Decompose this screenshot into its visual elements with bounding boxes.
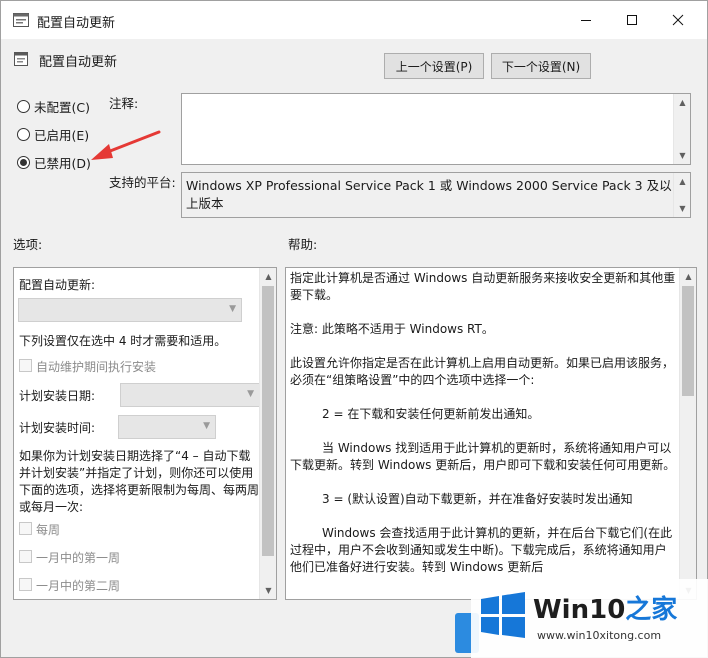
first-week-checkbox[interactable] bbox=[19, 550, 32, 563]
radio-not-configured[interactable]: 未配置(C) bbox=[17, 97, 90, 116]
watermark-url: www.win10xitong.com bbox=[537, 629, 662, 642]
platform-field: Windows XP Professional Service Pack 1 或… bbox=[181, 172, 691, 218]
schedule-day-combo[interactable]: ▼ bbox=[120, 383, 260, 407]
policy-title: 配置自动更新 bbox=[39, 55, 118, 70]
help-text: 指定此计算机是否通过 Windows 自动更新服务来接收安全更新和其他重要下载。… bbox=[290, 270, 676, 593]
red-arrow-annotation-icon bbox=[91, 130, 161, 160]
policy-app-icon bbox=[13, 13, 29, 27]
scroll-down-icon[interactable]: ▼ bbox=[674, 200, 691, 217]
maint-install-checkbox[interactable] bbox=[19, 359, 32, 372]
second-week-label: 一月中的第二周 bbox=[36, 579, 121, 593]
platform-scrollbar[interactable]: ▲ ▼ bbox=[673, 173, 690, 217]
minimize-icon bbox=[581, 20, 591, 21]
radio-label: 未配置(C) bbox=[34, 100, 90, 115]
help-paragraph: 2 = 在下载和安装任何更新前发出通知。 bbox=[322, 407, 540, 421]
title-bar: 配置自动更新 bbox=[1, 1, 707, 39]
schedule-day-label: 计划安装日期: bbox=[19, 389, 96, 403]
previous-setting-button[interactable]: 上一个设置(P) bbox=[384, 53, 484, 79]
second-week-checkbox[interactable] bbox=[19, 578, 32, 591]
help-scrollbar[interactable]: ▲ ▼ bbox=[679, 268, 696, 599]
option-note: 下列设置仅在选中 4 时才需要和适用。 bbox=[19, 334, 227, 348]
config-update-combo[interactable]: ▼ bbox=[18, 298, 242, 322]
options-scroll-thumb[interactable] bbox=[262, 286, 274, 556]
options-label: 选项: bbox=[13, 237, 43, 252]
radio-disabled[interactable]: 已禁用(D) bbox=[17, 153, 91, 172]
radio-circle[interactable] bbox=[17, 100, 30, 113]
chevron-down-icon: ▼ bbox=[247, 389, 254, 399]
options-pane: 配置自动更新: ▼ 下列设置仅在选中 4 时才需要和适用。 自动维护期间执行安装… bbox=[13, 267, 277, 600]
window-title: 配置自动更新 bbox=[37, 16, 116, 31]
policy-dialog: 配置自动更新 配置自动更新 上一个设置(P) 下一个设置(N) 未配置(C) 已… bbox=[0, 0, 708, 658]
maint-install-label: 自动维护期间执行安装 bbox=[36, 360, 157, 374]
schedule-time-label: 计划安装时间: bbox=[19, 421, 96, 435]
help-label: 帮助: bbox=[288, 237, 318, 252]
options-scrollbar[interactable]: ▲ ▼ bbox=[259, 268, 276, 599]
minimize-button[interactable] bbox=[563, 1, 609, 39]
watermark-brand-prefix: Win10 bbox=[533, 595, 626, 625]
scroll-up-icon[interactable]: ▲ bbox=[260, 268, 276, 285]
chevron-down-icon: ▼ bbox=[229, 304, 236, 314]
windows-logo-icon bbox=[481, 592, 525, 638]
help-paragraph: 指定此计算机是否通过 Windows 自动更新服务来接收安全更新和其他重要下载。 bbox=[290, 271, 676, 302]
scroll-up-icon[interactable]: ▲ bbox=[674, 173, 691, 190]
close-icon bbox=[672, 14, 684, 26]
close-button[interactable] bbox=[655, 1, 701, 39]
scroll-down-icon[interactable]: ▼ bbox=[674, 147, 691, 164]
comment-label: 注释: bbox=[109, 96, 139, 111]
comment-scrollbar[interactable]: ▲ ▼ bbox=[673, 94, 690, 164]
next-setting-button[interactable]: 下一个设置(N) bbox=[491, 53, 591, 79]
comment-textarea[interactable]: ▲ ▼ bbox=[181, 93, 691, 165]
help-paragraph: 此设置允许你指定是否在此计算机上启用自动更新。如果已启用该服务，必须在“组策略设… bbox=[290, 356, 675, 387]
radio-circle-checked[interactable] bbox=[17, 156, 30, 169]
weekly-label: 每周 bbox=[36, 523, 61, 537]
help-scroll-thumb[interactable] bbox=[682, 286, 694, 396]
help-pane: 指定此计算机是否通过 Windows 自动更新服务来接收安全更新和其他重要下载。… bbox=[285, 267, 697, 600]
first-week-label: 一月中的第一周 bbox=[36, 551, 121, 565]
schedule-time-combo[interactable]: ▼ bbox=[118, 415, 216, 439]
maximize-button[interactable] bbox=[609, 1, 655, 39]
scroll-down-icon[interactable]: ▼ bbox=[260, 582, 276, 599]
watermark-brand: Win10之家 bbox=[533, 589, 677, 626]
maximize-icon bbox=[627, 15, 637, 25]
platform-label: 支持的平台: bbox=[109, 175, 176, 190]
schedule-paragraph: 如果你为计划安装日期选择了“4 – 自动下载并计划安装”并指定了计划，则你还可以… bbox=[19, 449, 260, 514]
radio-label: 已禁用(D) bbox=[34, 156, 91, 171]
chevron-down-icon: ▼ bbox=[203, 421, 210, 431]
help-paragraph: 当 Windows 找到适用于此计算机的更新时，系统将通知用户可以下载更新。转到… bbox=[290, 441, 676, 472]
help-paragraph: 注意: 此策略不适用于 Windows RT。 bbox=[290, 322, 494, 336]
config-update-label: 配置自动更新: bbox=[19, 278, 96, 292]
watermark: Win10之家 www.win10xitong.com bbox=[471, 579, 708, 658]
help-paragraph: Windows 会查找适用于此计算机的更新，并在后台下载它们(在此过程中，用户不… bbox=[290, 526, 673, 574]
watermark-brand-suffix: 之家 bbox=[625, 595, 678, 625]
scroll-up-icon[interactable]: ▲ bbox=[674, 94, 691, 111]
help-paragraph: 3 = (默认设置)自动下载更新，并在准备好安装时发出通知 bbox=[322, 492, 633, 506]
radio-enabled[interactable]: 已启用(E) bbox=[17, 125, 89, 144]
weekly-checkbox[interactable] bbox=[19, 522, 32, 535]
radio-label: 已启用(E) bbox=[34, 128, 90, 143]
scroll-up-icon[interactable]: ▲ bbox=[680, 268, 696, 285]
radio-circle[interactable] bbox=[17, 128, 30, 141]
platform-value: Windows XP Professional Service Pack 1 或… bbox=[186, 178, 672, 211]
policy-setting-icon bbox=[14, 52, 28, 66]
